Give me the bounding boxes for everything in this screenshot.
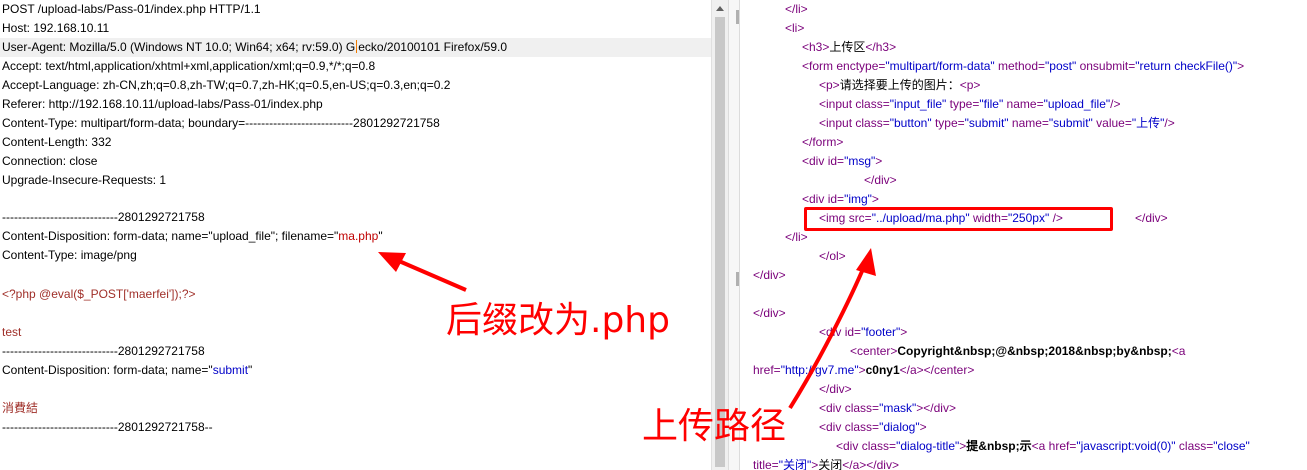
request-line: POST /upload-labs/Pass-01/index.php HTTP… [2,2,261,16]
source-line: </div> [753,268,786,282]
source-line: <div id="msg"> [802,154,883,168]
request-line-current: User-Agent: Mozilla/5.0 (Windows NT 10.0… [0,38,711,57]
source-line: <div class="dialog"> [819,420,927,434]
source-line: <div class="mask"></div> [819,401,956,415]
divider-grip-icon [736,272,739,286]
suffix-annotation: 后缀改为.php [446,300,670,341]
source-line: <form enctype="multipart/form-data" meth… [802,59,1245,73]
request-line: Content-Type: image/png [2,248,137,262]
scroll-up-arrow-icon[interactable] [716,6,724,11]
request-line: Content-Length: 332 [2,135,112,149]
request-line: Referer: http://192.168.10.11/upload-lab… [2,97,323,111]
scroll-thumb[interactable] [715,17,725,467]
request-line: Accept: text/html,application/xhtml+xml,… [2,59,376,73]
source-line: title="关闭">关闭</a></div> [753,458,899,470]
source-line: <div id="footer"> [819,325,908,339]
request-line: Upgrade-Insecure-Requests: 1 [2,173,167,187]
source-line: <center>Copyright&nbsp;@&nbsp;2018&nbsp;… [850,344,1186,358]
source-line: </div> [1135,211,1168,225]
request-line: Host: 192.168.10.11 [2,21,110,35]
source-line: </div> [864,173,897,187]
source-line: <p>请选择要上传的图片：<p> [819,78,981,92]
request-editor[interactable]: POST /upload-labs/Pass-01/index.php HTTP… [0,0,711,470]
source-line: </ol> [819,249,846,263]
source-line: </div> [819,382,852,396]
highlight-box [804,207,1113,231]
source-line: <input class="button" type="submit" name… [819,116,1175,130]
source-line: <h3>上传区</h3> [802,40,897,54]
request-line: Connection: close [2,154,98,168]
request-line: 消費結 [2,401,39,415]
request-line: Content-Disposition: form-data; name="su… [2,363,253,377]
source-line: </form> [802,135,844,149]
source-line: </li> [785,2,808,16]
filename-value: ma.php [338,229,379,243]
request-line: -----------------------------28012927217… [2,420,213,434]
path-annotation: 上传路径 [642,406,787,447]
request-line: Content-Disposition: form-data; name="up… [2,229,383,243]
source-line: </div> [753,306,786,320]
request-line: Accept-Language: zh-CN,zh;q=0.8,zh-TW;q=… [2,78,451,92]
request-line: -----------------------------28012927217… [2,210,205,224]
divider-grip-icon [736,10,739,24]
source-line: <li> [785,21,805,35]
source-line: <div class="dialog-title">提&nbsp;示<a hre… [836,439,1250,453]
response-source[interactable]: </li> <li> <h3>上传区</h3> <form enctype="m… [741,0,1307,470]
source-line: href="http://gv7.me">c0ny1</a></center> [753,363,975,377]
pane-divider[interactable] [728,0,740,470]
request-scrollbar[interactable] [711,0,728,470]
request-line: -----------------------------28012927217… [2,344,205,358]
request-line: Content-Type: multipart/form-data; bound… [2,116,440,130]
source-line: <input class="input_file" type="file" na… [819,97,1121,111]
